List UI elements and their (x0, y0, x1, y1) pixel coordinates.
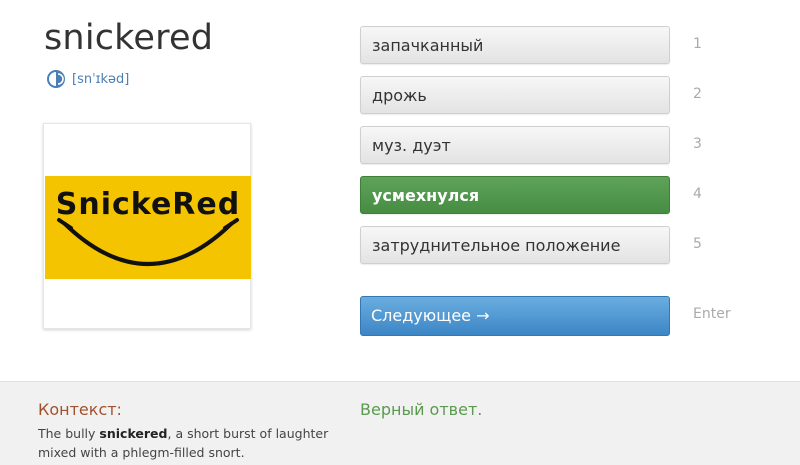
option-key-4: 4 (693, 186, 702, 202)
context-footer: Контекст: The bully snickered, a short b… (0, 381, 800, 465)
option-button-2[interactable]: дрожь (360, 76, 670, 114)
option-button-3[interactable]: муз. дуэт (360, 126, 670, 164)
speaker-icon[interactable] (46, 69, 66, 89)
context-before: The bully (38, 426, 100, 441)
option-row-5: затруднительное положение 5 (360, 226, 740, 266)
option-row-4: усмехнулся 4 (360, 176, 740, 216)
option-key-2: 2 (693, 86, 702, 102)
transcription: [snˈɪkəd] (72, 71, 130, 87)
option-row-1: запачканный 1 (360, 26, 740, 66)
pronunciation: [snˈɪkəd] (46, 69, 129, 89)
context-title: Контекст: (38, 400, 122, 419)
option-row-3: муз. дуэт 3 (360, 126, 740, 166)
option-row-2: дрожь 2 (360, 76, 740, 116)
option-button-1[interactable]: запачканный (360, 26, 670, 64)
next-button[interactable]: Следующее → (360, 296, 670, 336)
option-button-5[interactable]: затруднительное положение (360, 226, 670, 264)
option-button-4-correct[interactable]: усмехнулся (360, 176, 670, 214)
word-title: snickered (44, 18, 214, 58)
option-key-5: 5 (693, 236, 702, 252)
context-highlight-word: snickered (99, 426, 168, 441)
option-key-3: 3 (693, 136, 702, 152)
word-picture: SnickeRed (45, 176, 251, 279)
option-key-1: 1 (693, 36, 702, 52)
context-sentence: The bully snickered, a short burst of la… (38, 424, 348, 462)
word-picture-card: SnickeRed (43, 123, 251, 329)
enter-hint: Enter (693, 306, 731, 322)
result-message: Верный ответ. (360, 400, 483, 419)
picture-logo-text: SnickeRed (56, 187, 240, 222)
